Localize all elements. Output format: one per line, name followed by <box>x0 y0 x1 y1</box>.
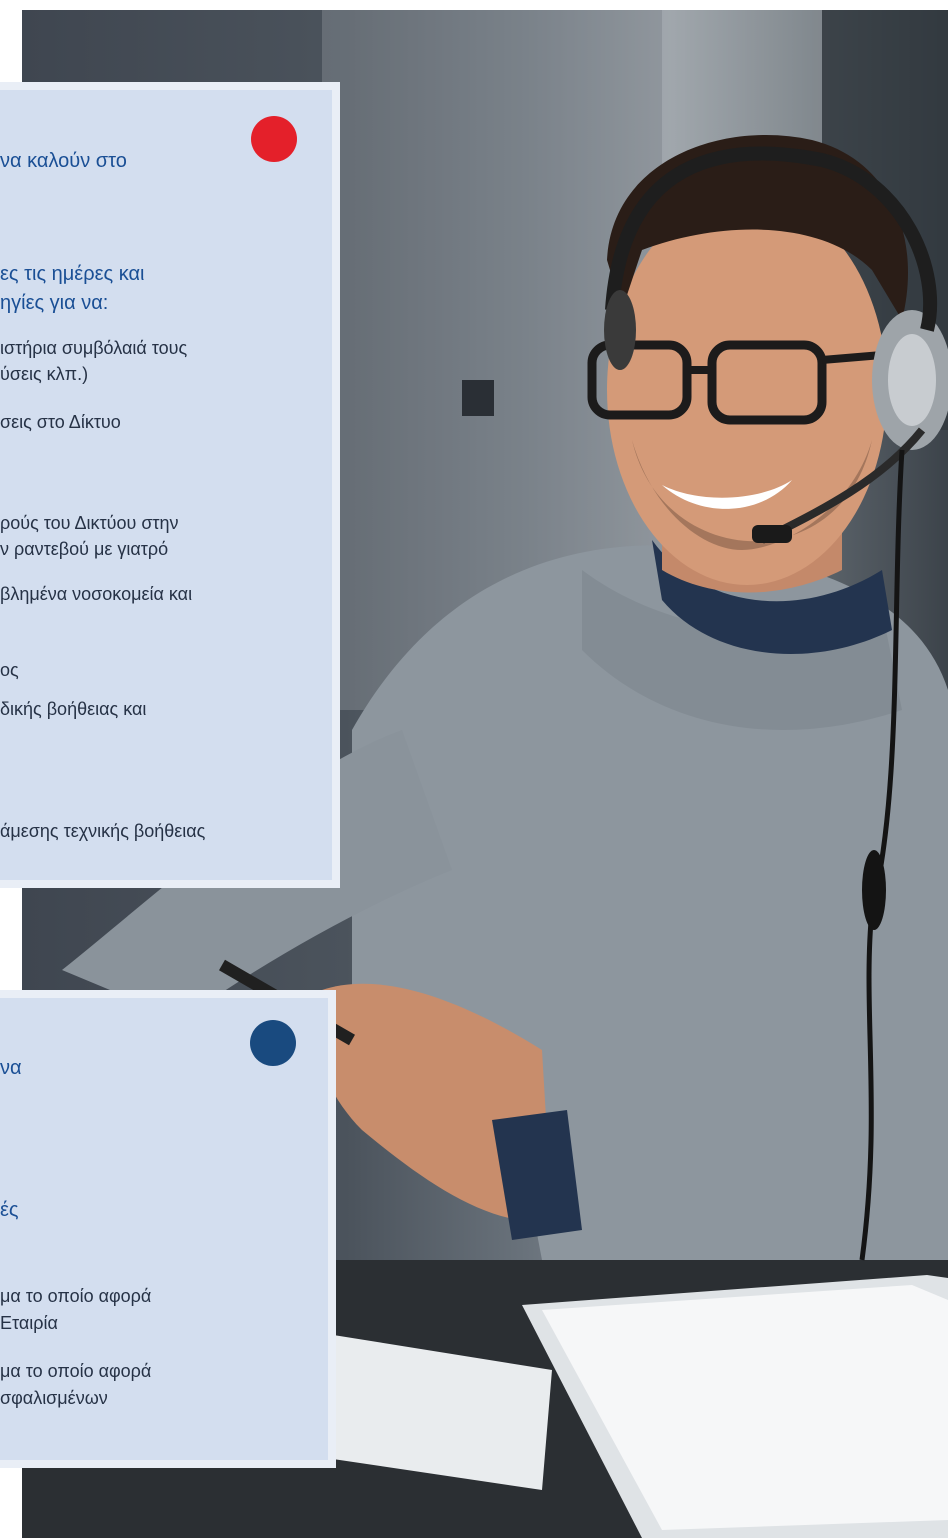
list-item: σφαλισμένων <box>0 1388 108 1408</box>
navy-marker-dot <box>250 1020 296 1066</box>
list-item: ύσεις κλπ.) <box>0 364 89 384</box>
card-subheading-line-2: ηγίες για να: <box>0 292 109 314</box>
list-item: μα το οποίο αφορά <box>0 1286 152 1306</box>
list-item: ρούς του Δικτύου στην <box>0 513 179 533</box>
info-card-call-center: να καλούν στο ες τις ημέρες και ηγίες γι… <box>0 82 340 888</box>
list-item: σεις στο Δίκτυο <box>0 412 121 432</box>
list-item: ιστήρια συμβόλαιά τους <box>0 338 188 358</box>
card-subheading-line-1: ες τις ημέρες και <box>0 263 145 285</box>
list-item: δικής βοήθειας και <box>0 699 147 719</box>
info-card-complaints: να ές μα το οποίο αφορά Εταιρία μα το οπ… <box>0 990 336 1468</box>
red-marker-dot <box>251 116 297 162</box>
list-item: μα το οποίο αφορά <box>0 1361 152 1381</box>
card-subheading-line: ές <box>0 1199 19 1221</box>
list-item: Εταιρία <box>0 1313 58 1333</box>
list-item: ος <box>0 660 19 680</box>
list-item: άμεσης τεχνικής βοήθειας <box>0 821 206 841</box>
card-heading-line: να <box>0 1057 22 1079</box>
page: να καλούν στο ες τις ημέρες και ηγίες γι… <box>0 0 948 1538</box>
card-heading-line: να καλούν στο <box>0 150 127 172</box>
list-item: βλημένα νοσοκομεία και <box>0 584 193 604</box>
list-item: ν ραντεβού με γιατρό <box>0 539 169 559</box>
